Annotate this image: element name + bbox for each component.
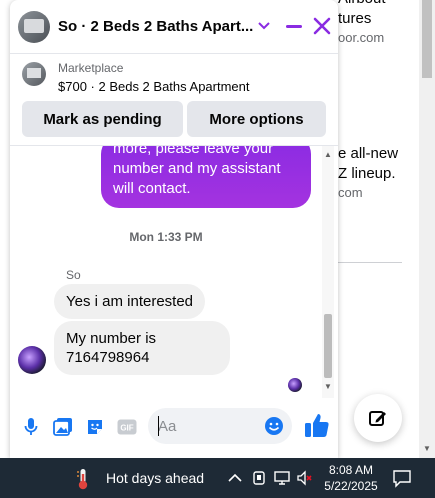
chevron-down-icon[interactable] xyxy=(256,14,272,38)
feed-text[interactable]: tures xyxy=(338,8,371,29)
emoji-button[interactable] xyxy=(264,416,284,436)
voice-clip-button[interactable] xyxy=(20,416,42,438)
mark-as-pending-button[interactable]: Mark as pending xyxy=(22,101,183,137)
feed-text[interactable]: e all-new xyxy=(338,143,398,164)
weather-widget-icon[interactable] xyxy=(76,468,90,490)
feed-domain: com xyxy=(338,185,363,200)
attach-media-button[interactable] xyxy=(52,416,74,438)
page-scrollbar[interactable]: ▼ xyxy=(419,0,435,458)
microphone-icon xyxy=(24,418,38,435)
incoming-message[interactable]: My number is 7164798964 xyxy=(54,321,230,375)
chevron-up-icon xyxy=(228,473,242,482)
date-text: 5/22/2025 xyxy=(324,479,378,493)
close-icon xyxy=(313,17,331,35)
sender-avatar[interactable] xyxy=(18,346,46,374)
device-icon xyxy=(253,471,265,485)
scrollbar-thumb[interactable] xyxy=(324,314,332,378)
listing-title[interactable]: $700 · 2 Beds 2 Baths Apartment xyxy=(58,79,250,94)
message-line: more, please leave your xyxy=(113,146,274,157)
thumbs-up-icon xyxy=(305,414,329,437)
message-thread[interactable]: more, please leave your number and my as… xyxy=(10,146,338,398)
tray-app-icon[interactable] xyxy=(250,469,268,487)
edit-icon xyxy=(369,411,386,426)
minimize-button[interactable] xyxy=(282,14,306,38)
new-message-button[interactable] xyxy=(354,394,402,442)
chat-window: So · 2 Beds 2 Baths Apart... Marketplace… xyxy=(10,0,338,458)
sticker-button[interactable] xyxy=(84,416,106,438)
outgoing-message[interactable]: more, please leave your number and my as… xyxy=(101,146,311,208)
more-options-button[interactable]: More options xyxy=(187,101,326,137)
gif-button[interactable]: GIF xyxy=(116,416,138,438)
scroll-up-icon[interactable]: ▲ xyxy=(324,150,332,159)
notifications-button[interactable] xyxy=(392,468,412,488)
feed-text[interactable]: Z lineup. xyxy=(338,163,396,184)
network-icon xyxy=(274,471,290,485)
message-line: number and my assistant xyxy=(113,160,281,177)
divider xyxy=(338,262,402,263)
thermometer-icon xyxy=(77,469,88,490)
listing-avatar[interactable] xyxy=(18,11,50,43)
message-line: My number is xyxy=(66,330,157,347)
network-button[interactable] xyxy=(273,469,291,487)
thread-scrollbar[interactable]: ▲ ▼ xyxy=(322,146,334,398)
weather-text[interactable]: Hot days ahead xyxy=(106,470,204,486)
show-hidden-icons-button[interactable] xyxy=(226,469,244,487)
gif-icon: GIF xyxy=(117,419,137,435)
like-button[interactable] xyxy=(304,412,330,440)
image-icon xyxy=(53,418,72,436)
chat-header[interactable]: So · 2 Beds 2 Baths Apart... xyxy=(10,0,338,54)
message-timestamp: Mon 1:33 PM xyxy=(129,230,203,244)
sender-name: So xyxy=(66,268,81,282)
volume-muted-icon xyxy=(297,470,312,486)
volume-button[interactable] xyxy=(296,469,314,487)
chat-title[interactable]: So · 2 Beds 2 Baths Apart... xyxy=(58,18,253,35)
marketplace-label: Marketplace xyxy=(58,61,124,75)
svg-text:GIF: GIF xyxy=(120,424,133,433)
time-text: 8:08 AM xyxy=(328,463,374,477)
background-feed: Airbout tures oor.com e all-new Z lineup… xyxy=(338,0,420,458)
scroll-down-icon[interactable]: ▼ xyxy=(324,382,332,391)
scrollbar-thumb[interactable] xyxy=(422,0,432,78)
seen-indicator-avatar xyxy=(288,378,302,392)
scroll-down-icon[interactable]: ▼ xyxy=(423,444,431,453)
marketplace-panel: Marketplace $700 · 2 Beds 2 Baths Apartm… xyxy=(10,54,338,146)
message-line: will contact. xyxy=(113,180,191,197)
message-line: 7164798964 xyxy=(66,349,150,366)
feed-domain: oor.com xyxy=(338,30,385,45)
clock[interactable]: 8:08 AM 5/22/2025 xyxy=(322,462,380,494)
close-button[interactable] xyxy=(310,14,334,38)
taskbar: Hot days ahead 8:08 AM 5/22/2025 xyxy=(0,458,435,498)
incoming-message[interactable]: Yes i am interested xyxy=(54,284,206,319)
message-composer: GIF xyxy=(10,398,338,458)
notification-icon xyxy=(393,470,411,488)
sticker-icon xyxy=(88,420,102,434)
emoji-icon xyxy=(265,417,283,435)
listing-thumbnail xyxy=(22,62,46,86)
text-cursor xyxy=(158,416,159,436)
